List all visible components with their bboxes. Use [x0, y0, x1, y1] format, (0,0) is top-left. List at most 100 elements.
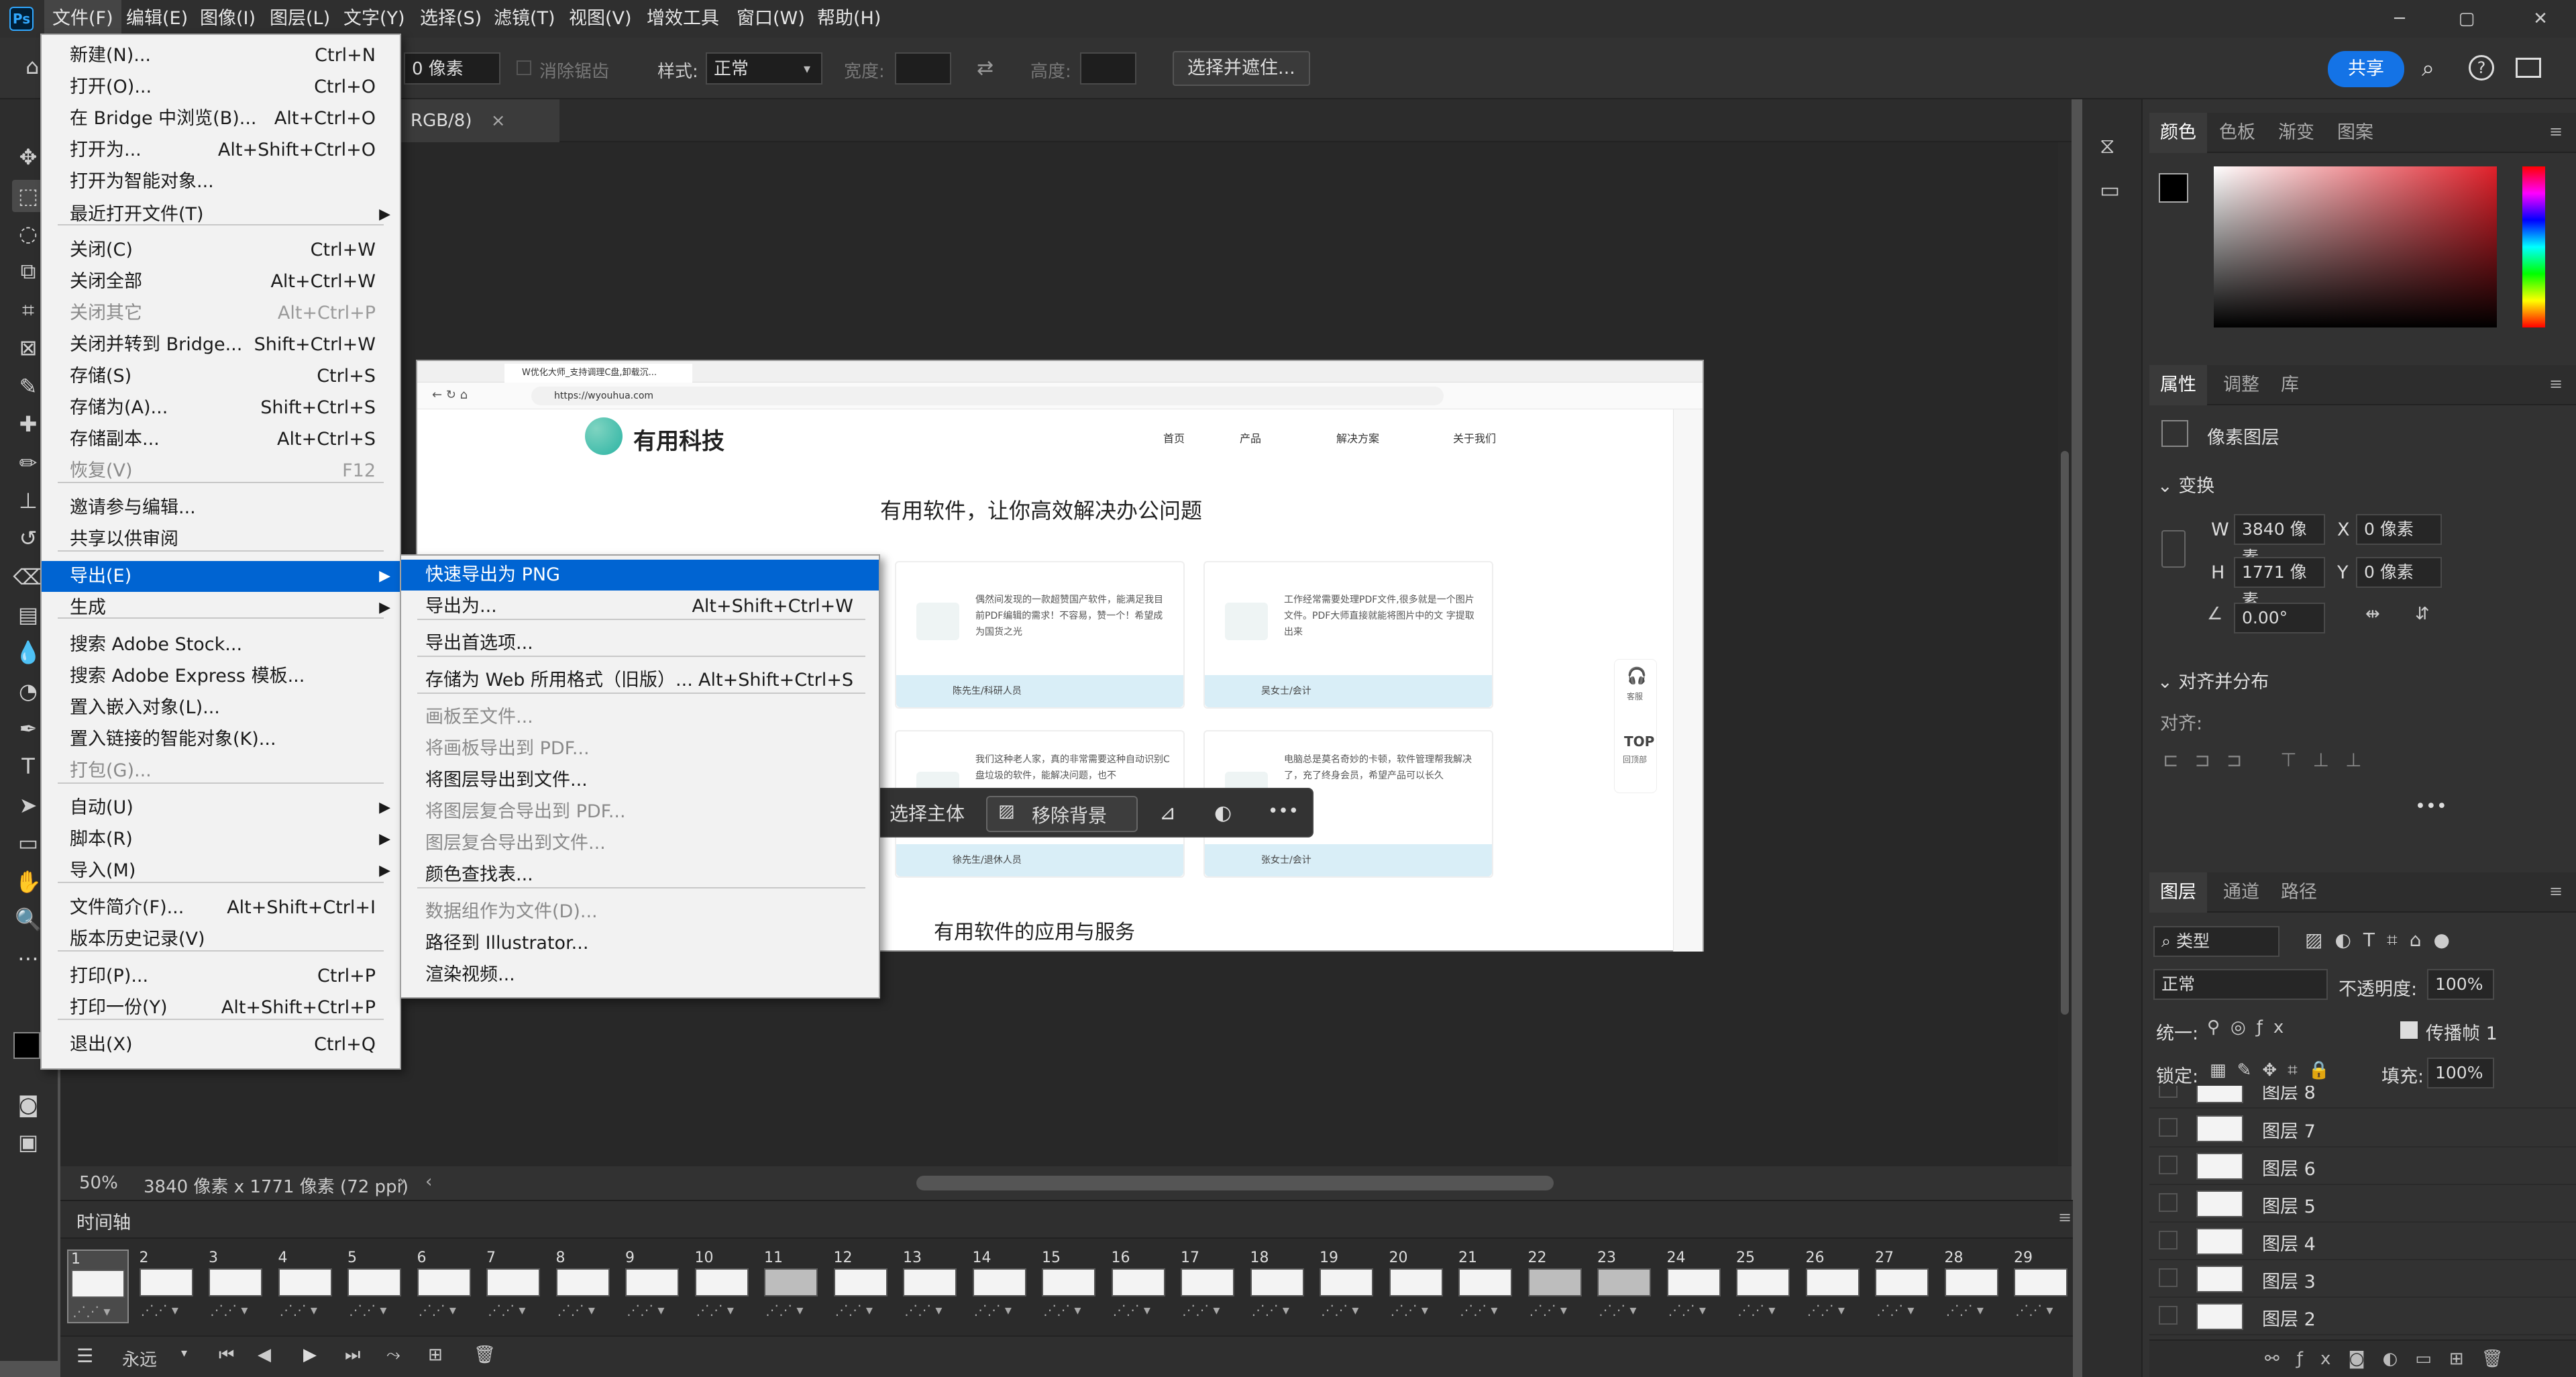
timeline-frame[interactable]: 20 ⋰⋰ ▾: [1387, 1250, 1448, 1323]
tab-adjustments[interactable]: 调整: [2212, 365, 2270, 405]
export-menu-item[interactable]: 路径到 Illustrator...: [401, 928, 879, 959]
menu-type[interactable]: 文字(Y): [335, 0, 413, 38]
frame-delay-icon[interactable]: ⋰⋰ ▾: [1321, 1302, 1358, 1318]
frame-delay-icon[interactable]: ⋰⋰ ▾: [1182, 1302, 1220, 1318]
eyedropper-tool-icon[interactable]: ✎: [12, 370, 44, 403]
next-frame-icon[interactable]: ⏭: [345, 1345, 360, 1366]
frame-delay-icon[interactable]: ⋰⋰ ▾: [419, 1302, 456, 1318]
timeline-frame[interactable]: 10 ⋰⋰ ▾: [692, 1250, 754, 1323]
file-menu-item[interactable]: 打开为智能对象...: [42, 166, 400, 197]
gradient-tool-icon[interactable]: ▤: [12, 599, 44, 631]
frame-delay-icon[interactable]: ⋰⋰ ▾: [974, 1302, 1012, 1318]
share-button[interactable]: 共享: [2328, 51, 2404, 87]
layer-footer-icons[interactable]: ⚯ƒx◙◐▭⊞🗑: [2265, 1349, 2521, 1369]
menu-select[interactable]: 选择(S): [412, 0, 490, 38]
export-menu-item[interactable]: 存储为 Web 所用格式（旧版）... Alt+Shift+Ctrl+S: [401, 665, 879, 696]
height-field[interactable]: 1771 像素: [2234, 557, 2325, 610]
frame-delay-icon[interactable]: ⋰⋰ ▾: [280, 1302, 317, 1318]
frame-delay-icon[interactable]: ⋰⋰ ▾: [1391, 1302, 1428, 1318]
timeline-frame[interactable]: 19 ⋰⋰ ▾: [1317, 1250, 1379, 1323]
quick-mask-icon[interactable]: ◙: [12, 1088, 44, 1121]
panel-menu-icon[interactable]: ≡: [2549, 122, 2563, 141]
timeline-frame[interactable]: 18 ⋰⋰ ▾: [1248, 1250, 1309, 1323]
panel-menu-icon[interactable]: ≡: [2549, 882, 2563, 901]
align-section-label[interactable]: ⌄ 对齐并分布: [2157, 667, 2269, 693]
file-menu-item[interactable]: 导出(E) ▶: [42, 561, 400, 592]
dodge-tool-icon[interactable]: ◔: [12, 675, 44, 707]
frame-delay-icon[interactable]: ⋰⋰ ▾: [1807, 1302, 1845, 1318]
move-tool-icon[interactable]: ✥: [12, 141, 44, 173]
eraser-tool-icon[interactable]: ⌫: [12, 561, 44, 593]
horizontal-scrollbar-thumb[interactable]: [916, 1176, 1554, 1190]
search-icon[interactable]: ⌕: [2422, 55, 2434, 82]
export-menu-item[interactable]: 颜色查找表...: [401, 860, 879, 890]
pen-tool-icon[interactable]: ✒: [12, 713, 44, 745]
export-menu-item[interactable]: 渲染视频...: [401, 960, 879, 990]
tween-icon[interactable]: ⤳: [386, 1345, 400, 1366]
duplicate-frame-icon[interactable]: ⊞: [428, 1345, 443, 1365]
menu-edit[interactable]: 编辑(E): [118, 0, 196, 38]
file-menu-item[interactable]: 邀请参与编辑...: [42, 493, 400, 523]
timeline-frame[interactable]: 15 ⋰⋰ ▾: [1039, 1250, 1101, 1323]
tab-color[interactable]: 颜色: [2149, 113, 2207, 153]
frame-delay-icon[interactable]: ⋰⋰ ▾: [1876, 1302, 1914, 1318]
export-menu-item[interactable]: 导出为... Alt+Shift+Ctrl+W: [401, 591, 879, 622]
layer-row[interactable]: 图层 6: [2149, 1148, 2576, 1185]
timeline-frame[interactable]: 12 ⋰⋰ ▾: [831, 1250, 893, 1323]
file-menu-item[interactable]: 搜索 Adobe Express 模板...: [42, 661, 400, 692]
layer-row[interactable]: 图层 5: [2149, 1185, 2576, 1223]
file-menu-item[interactable]: 置入嵌入对象(L)...: [42, 693, 400, 723]
foreground-color-swatch[interactable]: [2159, 173, 2188, 203]
timeline-frame[interactable]: 2 ⋰⋰ ▾: [137, 1250, 199, 1323]
close-tab-icon[interactable]: ×: [491, 111, 506, 131]
menu-help[interactable]: 帮助(H): [809, 0, 889, 38]
frame-delay-icon[interactable]: ⋰⋰ ▾: [1460, 1302, 1497, 1318]
blur-tool-icon[interactable]: 💧: [12, 636, 44, 668]
help-icon[interactable]: ?: [2469, 55, 2494, 81]
timeline-frame[interactable]: 6 ⋰⋰ ▾: [415, 1250, 476, 1323]
panel-menu-icon[interactable]: ≡: [2549, 374, 2563, 393]
link-icon[interactable]: [2161, 530, 2186, 568]
frame-delay-icon[interactable]: ⋰⋰ ▾: [1043, 1302, 1081, 1318]
layer-row[interactable]: 图层 8: [2149, 1086, 2576, 1109]
export-menu-item[interactable]: 快速导出为 PNG: [401, 560, 879, 591]
frame-delay-icon[interactable]: ⋰⋰ ▾: [627, 1302, 664, 1318]
file-menu-item[interactable]: 打开(O)... Ctrl+O: [42, 72, 400, 103]
frame-delay-icon[interactable]: ⋰⋰ ▾: [1529, 1302, 1567, 1318]
play-icon[interactable]: ▶: [303, 1345, 317, 1365]
menu-plugins[interactable]: 增效工具: [639, 0, 727, 38]
menu-image[interactable]: 图像(I): [192, 0, 264, 38]
crop-tool-icon[interactable]: ⌗: [12, 294, 44, 326]
opacity-field[interactable]: 100%: [2427, 969, 2494, 1000]
delete-frame-icon[interactable]: 🗑: [474, 1345, 496, 1365]
blend-mode-select[interactable]: 正常: [2153, 969, 2328, 1000]
restore-button[interactable]: ▢: [2450, 4, 2483, 34]
crop-icon[interactable]: ⊿: [1159, 801, 1176, 825]
brush-tool-icon[interactable]: ✏: [12, 447, 44, 479]
timeline-frame[interactable]: 9 ⋰⋰ ▾: [623, 1250, 684, 1323]
select-subject-button[interactable]: 选择主体: [881, 797, 973, 831]
timeline-frame[interactable]: 22 ⋰⋰ ▾: [1525, 1250, 1587, 1323]
frame-delay-icon[interactable]: ⋰⋰ ▾: [349, 1302, 386, 1318]
file-menu-item[interactable]: 存储(S) Ctrl+S: [42, 361, 400, 392]
frame-delay-icon[interactable]: ⋰⋰ ▾: [765, 1302, 803, 1318]
file-menu-item[interactable]: 导入(M) ▶: [42, 856, 400, 886]
frame-delay-icon[interactable]: ⋰⋰ ▾: [696, 1302, 734, 1318]
file-menu-item[interactable]: 打印(P)... Ctrl+P: [42, 961, 400, 992]
frame-delay-icon[interactable]: ⋰⋰ ▾: [1946, 1302, 1984, 1318]
rectangle-tool-icon[interactable]: ▭: [12, 827, 44, 859]
frame-tool-icon[interactable]: ⊠: [12, 332, 44, 364]
timeline-frame[interactable]: 28 ⋰⋰ ▾: [1942, 1250, 2004, 1323]
flip-horizontal-icon[interactable]: ⇹: [2365, 604, 2380, 624]
timeline-frame[interactable]: 7 ⋰⋰ ▾: [484, 1250, 545, 1323]
select-and-mask-button[interactable]: 选择并遮住...: [1173, 51, 1310, 86]
export-menu-item[interactable]: 将图层导出到文件...: [401, 765, 879, 796]
align-buttons-icon[interactable]: ⊏⊐⊐ ⊤⊥⊥: [2163, 749, 2377, 771]
file-menu-item[interactable]: 脚本(R) ▶: [42, 824, 400, 855]
frame-delay-icon[interactable]: ⋰⋰ ▾: [904, 1302, 942, 1318]
first-frame-icon[interactable]: ⏮: [219, 1345, 234, 1366]
frame-delay-icon[interactable]: ⋰⋰ ▾: [1113, 1302, 1150, 1318]
file-menu-item[interactable]: 关闭全部 Alt+Ctrl+W: [42, 266, 400, 297]
color-field[interactable]: [2214, 166, 2497, 327]
file-menu-item[interactable]: 存储为(A)... Shift+Ctrl+S: [42, 393, 400, 423]
